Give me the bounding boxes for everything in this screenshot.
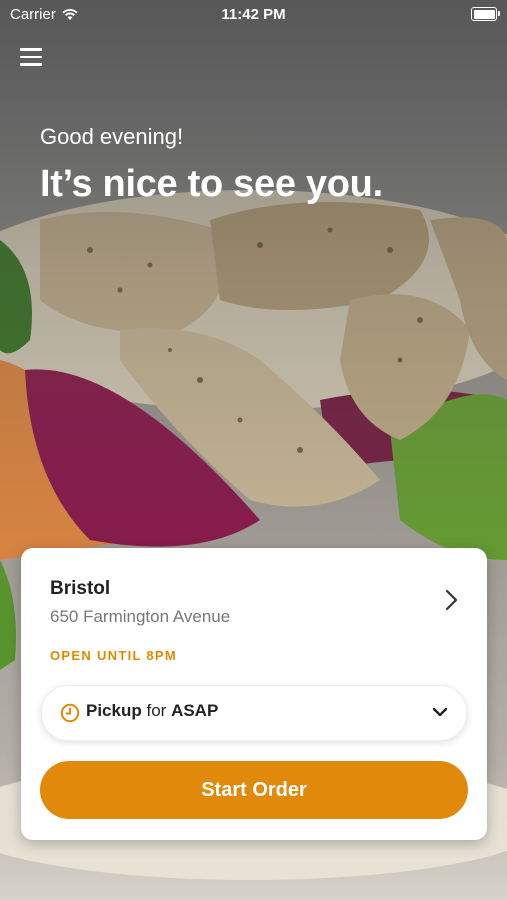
store-name[interactable]: Bristol	[50, 578, 110, 600]
greeting-text: Good evening!	[40, 124, 184, 149]
order-time-label: ASAP	[171, 701, 219, 720]
hamburger-menu-icon[interactable]	[20, 48, 42, 68]
chevron-down-icon[interactable]	[432, 706, 448, 718]
status-bar: Carrier 11:42 PM	[0, 0, 507, 28]
order-mode-text: Pickup for ASAP	[86, 701, 218, 721]
start-order-button[interactable]: Start Order	[40, 761, 468, 819]
chevron-right-icon[interactable]	[441, 588, 461, 612]
store-hours: OPEN UNTIL 8PM	[50, 648, 178, 663]
order-mode-label: Pickup	[86, 701, 142, 720]
store-card: Bristol 650 Farmington Avenue OPEN UNTIL…	[21, 548, 487, 840]
clock-icon	[60, 703, 80, 723]
headline-text: It’s nice to see you.	[40, 163, 383, 205]
order-mode-selector[interactable]: Pickup for ASAP	[41, 685, 467, 741]
status-time: 11:42 PM	[221, 6, 286, 23]
order-mode-connector: for	[146, 701, 167, 720]
store-address[interactable]: 650 Farmington Avenue	[50, 607, 230, 627]
battery-icon	[471, 7, 500, 21]
